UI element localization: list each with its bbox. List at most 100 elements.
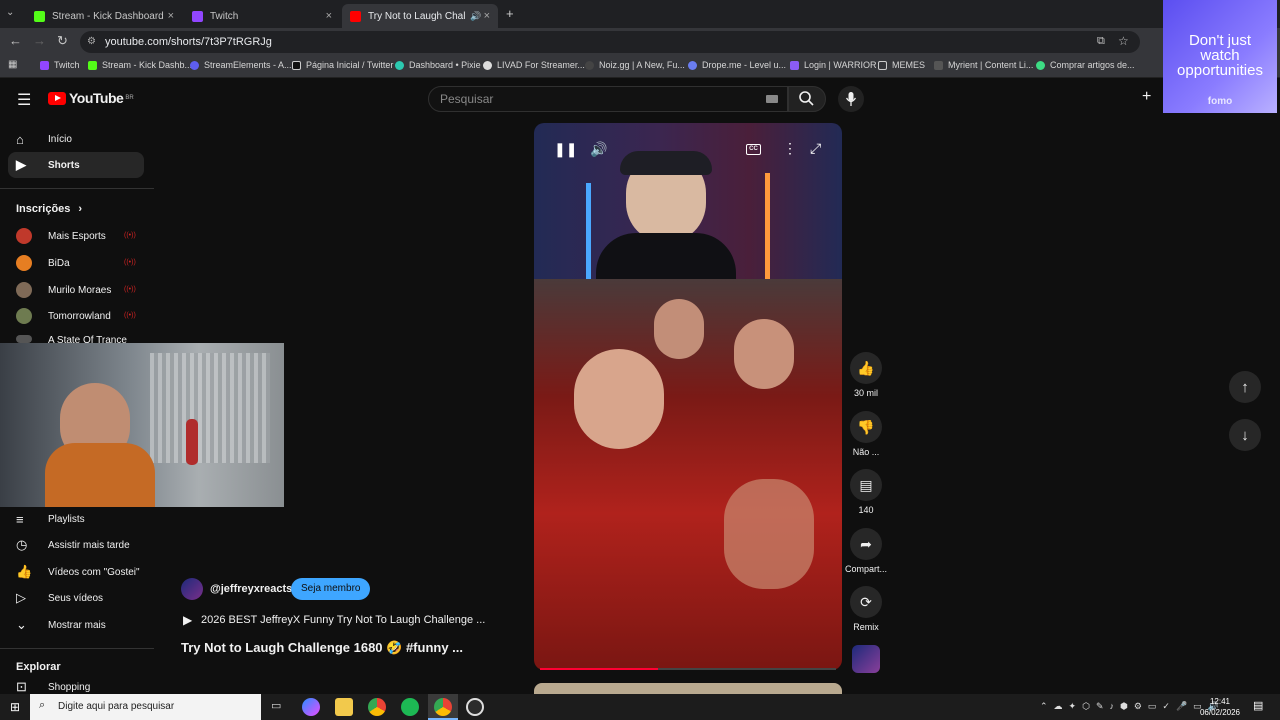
clock-time[interactable]: 12:41 — [1200, 697, 1240, 706]
bookmark-label: StreamElements - A... — [204, 60, 292, 70]
reload-icon[interactable]: ↻ — [57, 33, 68, 49]
bookmark-item[interactable]: Página Inicial / Twitter — [292, 60, 393, 70]
channel-name[interactable]: @jeffreyxreacts — [210, 583, 292, 595]
chrome-icon[interactable] — [368, 698, 386, 716]
sidebar-item-home[interactable]: ⌂ Início — [8, 126, 144, 152]
tab-close-icon[interactable]: × — [168, 10, 174, 22]
sound-thumbnail[interactable] — [852, 645, 880, 673]
subscription-item[interactable]: Murilo Moraes — [16, 282, 136, 298]
bookmark-item[interactable]: Drope.me - Level u... — [688, 60, 786, 70]
live-indicator-icon: ((•)) — [124, 232, 136, 239]
chrome-active-icon[interactable] — [434, 698, 452, 716]
apps-grid-icon[interactable]: ▦ — [8, 59, 17, 70]
subscription-label: Mais Esports — [48, 230, 106, 242]
avatar — [16, 228, 32, 244]
like-count: 30 mil — [853, 388, 878, 398]
bookmark-star-icon[interactable]: ☆ — [1118, 34, 1129, 48]
video-icon: ▷ — [16, 590, 26, 605]
dislike-button[interactable]: 👎 — [850, 411, 882, 443]
file-explorer-icon[interactable] — [335, 698, 353, 716]
bookmark-item[interactable]: Twitch — [40, 60, 80, 70]
remix-button[interactable]: ⟳ — [850, 586, 882, 618]
subscription-item[interactable]: BiDa — [16, 255, 136, 271]
youtube-logo[interactable]: YouTube BR — [48, 90, 134, 106]
bookmark-folder[interactable]: MEMES — [878, 60, 925, 70]
sidebar-item-your-videos[interactable]: ▷ Seus vídeos — [8, 585, 144, 611]
search-icon: ⌕ — [39, 699, 46, 711]
bookmark-item[interactable]: LIVAD For Streamer... — [483, 60, 585, 70]
subscription-item[interactable]: Mais Esports — [16, 228, 136, 244]
sidebar-item-show-more[interactable]: ⌄ Mostrar mais — [8, 612, 144, 638]
create-icon[interactable]: + — [1142, 88, 1151, 106]
next-short-button[interactable]: ↓ — [1229, 419, 1261, 451]
subscription-item[interactable]: Tomorrowland — [16, 308, 136, 324]
windows-start-icon[interactable]: ⊞ — [10, 700, 20, 714]
bookmark-label: Twitch — [54, 60, 80, 70]
subscriptions-title: Inscrições — [16, 203, 71, 215]
more-options-icon[interactable]: ⋮ — [783, 140, 797, 157]
tab-twitch[interactable]: Twitch × — [184, 4, 340, 28]
sidebar-item-watch-later[interactable]: ◷ Assistir mais tarde — [8, 532, 144, 558]
task-view-icon[interactable]: ▭ — [271, 699, 281, 712]
comment-icon: ▤ — [859, 476, 873, 493]
join-button[interactable]: Seja membro — [291, 578, 371, 600]
short-video-player[interactable]: ❚❚ 🔊 CC ⋮ ⤢ — [534, 123, 842, 670]
previous-short-button[interactable]: ↑ — [1229, 371, 1261, 403]
bookmark-item[interactable]: Comprar artigos de... — [1036, 60, 1135, 70]
tab-close-icon[interactable]: × — [326, 10, 332, 22]
bookmark-item[interactable]: Login | WARRIOR — [790, 60, 877, 70]
keyboard-icon[interactable] — [766, 95, 778, 103]
like-button[interactable]: 👍 — [850, 352, 882, 384]
subscriptions-header[interactable]: Inscrições › — [16, 203, 82, 215]
fomo-ad-overlay[interactable]: Don't just watch opportunities fomo — [1163, 0, 1277, 113]
avatar — [16, 335, 32, 343]
bookmark-label: LIVAD For Streamer... — [497, 60, 585, 70]
playlist-link[interactable]: 2026 BEST JeffreyX Funny Try Not To Laug… — [201, 614, 485, 626]
bookmark-item[interactable]: Stream - Kick Dashb... — [88, 60, 192, 70]
bookmark-label: Login | WARRIOR — [804, 60, 877, 70]
tab-audio-icon[interactable]: 🔊 — [470, 11, 481, 22]
tab-search-icon[interactable]: ⌄ — [6, 7, 14, 18]
short-title[interactable]: Try Not to Laugh Challenge 1680 🤣 #funny… — [181, 640, 463, 656]
sidebar-item-playlists[interactable]: ≡ Playlists — [8, 506, 144, 532]
share-button[interactable]: ➦ — [850, 528, 882, 560]
fullscreen-icon[interactable]: ⤢ — [810, 140, 821, 157]
notifications-icon[interactable]: ▤ — [1253, 699, 1263, 712]
sidebar-item-liked[interactable]: 👍 Vídeos com "Gostei" — [8, 559, 144, 585]
obs-icon[interactable] — [466, 698, 484, 716]
bookmark-item[interactable]: StreamElements - A... — [190, 60, 292, 70]
sidebar-item-shorts[interactable]: ▶ Shorts — [8, 152, 144, 178]
tab-kick[interactable]: Stream - Kick Dashboard × — [26, 4, 182, 28]
bookmark-item[interactable]: Myrient | Content Li... — [934, 60, 1033, 70]
sidebar-item-shopping[interactable]: ⊡ Shopping — [8, 680, 144, 694]
volume-icon[interactable]: 🔊 — [590, 141, 607, 158]
tab-youtube-active[interactable]: Try Not to Laugh Challenge 🔊× — [342, 4, 498, 28]
avatar — [16, 308, 32, 324]
clip-face — [574, 349, 664, 449]
back-icon[interactable]: ← — [9, 33, 22, 48]
clock-date[interactable]: 06/02/2026 — [1196, 708, 1244, 717]
bookmark-item[interactable]: Dashboard • Pixie — [395, 60, 481, 70]
site-info-icon[interactable]: ⚙ — [87, 36, 96, 47]
channel-avatar[interactable] — [181, 578, 203, 600]
bookmark-item[interactable]: Noiz.gg | A New, Fu... — [585, 60, 685, 70]
new-tab-button[interactable]: + — [506, 6, 514, 21]
spotify-icon[interactable] — [401, 698, 419, 716]
chevron-down-icon: ⌄ — [16, 617, 27, 632]
playlist-icon: ≡ — [16, 511, 24, 527]
copilot-icon[interactable] — [302, 698, 320, 716]
install-app-icon[interactable]: ⧉ — [1097, 35, 1105, 48]
forward-icon[interactable]: → — [33, 33, 46, 48]
menu-icon[interactable]: ☰ — [17, 90, 31, 110]
bookmark-label: Dashboard • Pixie — [409, 60, 481, 70]
comments-button[interactable]: ▤ — [850, 469, 882, 501]
captions-icon[interactable]: CC — [746, 144, 761, 155]
subscription-item[interactable]: A State Of Trance — [16, 335, 136, 343]
taskbar-search-text: Digite aqui para pesquisar — [58, 701, 175, 712]
shopping-icon: ⊡ — [16, 680, 27, 694]
sidebar-item-label: Mostrar mais — [48, 619, 106, 631]
webcam-overlay — [0, 343, 284, 507]
blue-light — [586, 183, 591, 279]
pause-icon[interactable]: ❚❚ — [554, 141, 577, 158]
tab-close-icon[interactable]: × — [484, 10, 490, 22]
